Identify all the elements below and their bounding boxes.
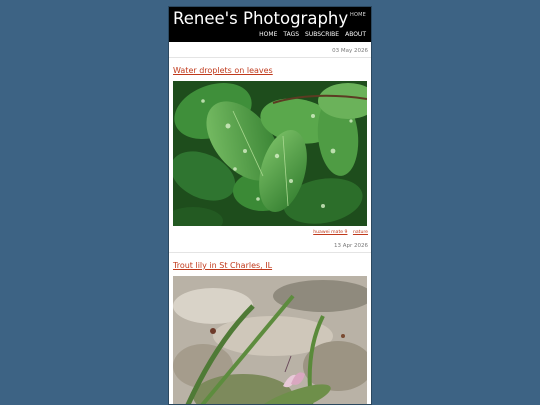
- site-title[interactable]: Renee's Photography: [173, 9, 348, 28]
- post-item: 13 Apr 2026 Trout lily in St Charles, IL: [169, 237, 371, 405]
- tag-link[interactable]: nature: [353, 230, 368, 235]
- post-date: 03 May 2026: [169, 42, 371, 58]
- main-nav: HOME TAGS SUBSCRIBE ABOUT: [259, 31, 366, 38]
- site-header: Renee's Photography HOME HOME TAGS SUBSC…: [169, 7, 371, 42]
- nav-home[interactable]: HOME: [259, 31, 277, 38]
- nav-tags[interactable]: TAGS: [283, 31, 299, 38]
- post-item: 03 May 2026 Water droplets on leaves hua…: [169, 42, 371, 237]
- post-date: 13 Apr 2026: [169, 237, 371, 253]
- nav-about[interactable]: ABOUT: [345, 31, 366, 38]
- post-title-link[interactable]: Trout lily in St Charles, IL: [169, 253, 371, 276]
- page-container: Renee's Photography HOME HOME TAGS SUBSC…: [168, 6, 372, 405]
- nav-subscribe[interactable]: SUBSCRIBE: [305, 31, 339, 38]
- tag-link[interactable]: huawei mate 9: [313, 230, 347, 235]
- leaves-photo[interactable]: [173, 81, 367, 226]
- post-tags: huawei mate 9 nature: [169, 226, 371, 237]
- header-home-label[interactable]: HOME: [350, 12, 366, 18]
- trout-lily-photo[interactable]: [173, 276, 367, 405]
- post-title-link[interactable]: Water droplets on leaves: [169, 58, 371, 81]
